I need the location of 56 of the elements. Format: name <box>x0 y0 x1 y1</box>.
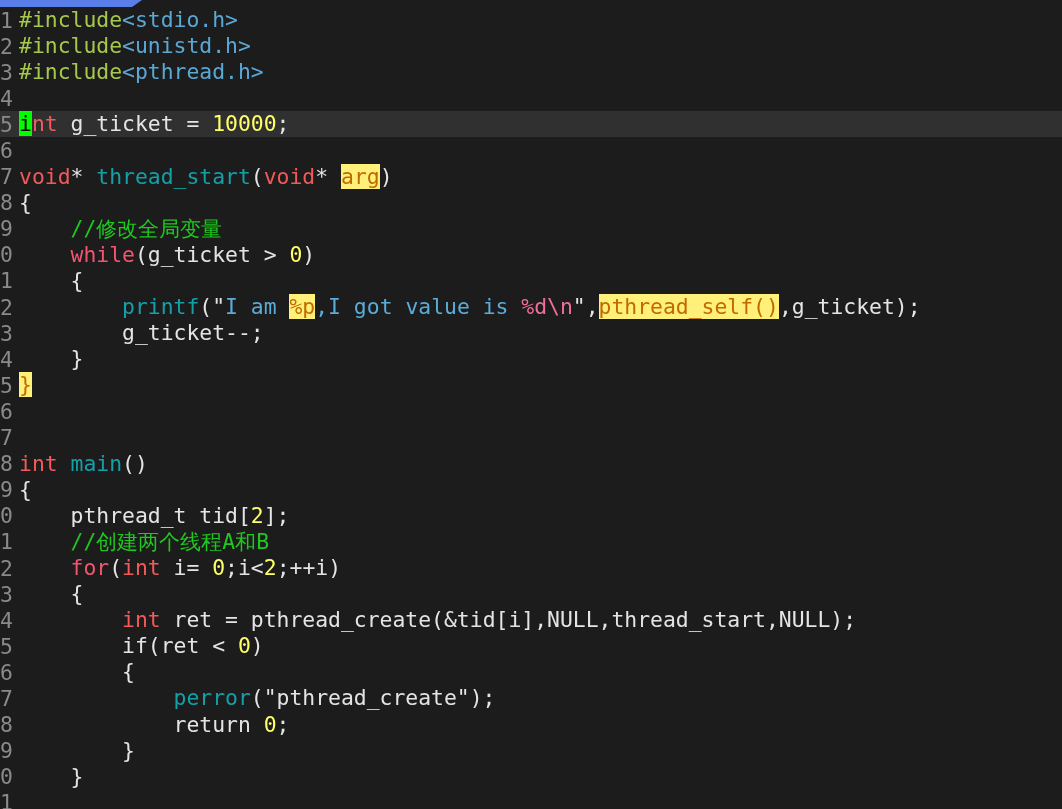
code-line: #include<stdio.h> <box>19 7 238 34</box>
code-line: } <box>121 737 135 764</box>
line-number: 7 <box>0 686 14 711</box>
file-tab[interactable] <box>0 0 142 7</box>
line-number: 8 <box>0 712 14 738</box>
line-number: 5 <box>0 372 14 398</box>
line-number: 9 <box>0 477 14 503</box>
line-number: 7 <box>0 425 14 451</box>
line-number: 9 <box>0 738 14 764</box>
code-line: void* thread_start(void* arg) <box>19 163 393 190</box>
line-number: 6 <box>0 398 14 424</box>
line-number: 1 <box>0 529 14 555</box>
code-line: { <box>69 581 84 608</box>
line-number: 1 <box>0 268 14 294</box>
code-line: while(g_ticket > 0) <box>69 241 316 268</box>
line-number: 7 <box>0 164 14 190</box>
line-number: 4 <box>0 607 14 633</box>
line-number: 0 <box>0 764 14 790</box>
line-number: 2 <box>0 33 14 59</box>
line-number: 8 <box>0 190 14 216</box>
line-number: 1 <box>0 7 14 33</box>
line-number: 5 <box>0 633 14 659</box>
code-line: for(int i= 0;i<2;++i) <box>69 555 342 581</box>
line-number: 3 <box>0 59 14 85</box>
line-number: 2 <box>0 294 14 320</box>
line-number: 0 <box>0 242 14 268</box>
code-line: } <box>69 346 84 373</box>
line-number: 9 <box>0 216 14 242</box>
line-number: 4 <box>0 85 14 111</box>
code-line: { <box>121 659 135 686</box>
code-line: int g_ticket = 10000; <box>19 111 290 138</box>
line-number: 3 <box>0 320 14 346</box>
code-line: { <box>19 476 32 503</box>
code-line: { <box>19 189 32 216</box>
code-line: #include<pthread.h> <box>19 59 264 86</box>
code-line: printf("I am %p,I got value is %d\n",pthread_self(),g_ticket); <box>121 294 921 321</box>
line-number: 5 <box>0 111 14 137</box>
code-line: //创建两个线程A和B <box>69 528 270 555</box>
code-line: //修改全局变量 <box>69 215 223 242</box>
code-line: { <box>69 268 84 294</box>
line-number: 6 <box>0 138 14 163</box>
line-number: 3 <box>0 581 14 607</box>
code-line: int main() <box>19 450 148 477</box>
line-number: 0 <box>0 503 14 529</box>
code-line: g_ticket--; <box>121 320 264 347</box>
line-number: 8 <box>0 451 14 477</box>
code-line: int ret = pthread_create(&tid[i],NULL,thread_start,NULL); <box>121 607 857 634</box>
code-line: perror("pthread_create"); <box>172 685 496 712</box>
code-line: if(ret < 0) <box>121 633 264 660</box>
line-number: 6 <box>0 659 14 685</box>
line-number: 4 <box>0 346 14 372</box>
code-line: #include<unistd.h> <box>19 33 251 60</box>
line-number: 2 <box>0 555 14 581</box>
code-line: return 0; <box>172 711 290 738</box>
code-line: } <box>69 763 84 790</box>
code-line: pthread_t tid[2]; <box>69 502 290 529</box>
